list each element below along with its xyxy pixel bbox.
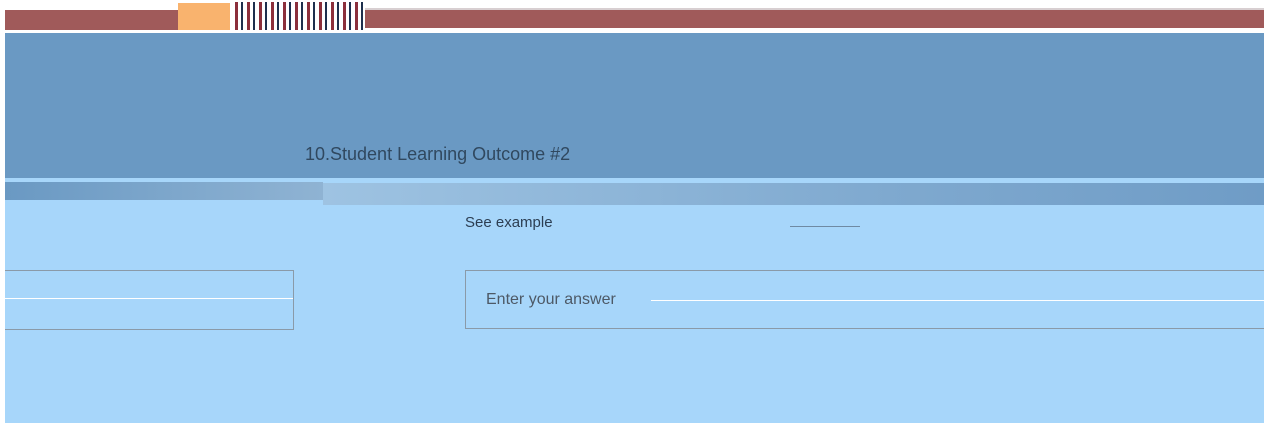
theme-bar-left — [5, 10, 178, 30]
theme-accent-block — [178, 3, 230, 30]
answer-input[interactable]: Enter your answer — [465, 270, 1264, 329]
question-subtext: See example — [465, 214, 553, 231]
answer-input-underline — [651, 300, 1264, 301]
question-description-strip — [323, 183, 1264, 205]
answer-input-placeholder: Enter your answer — [486, 291, 616, 308]
theme-stripe-pattern — [235, 2, 363, 30]
subtext-underline — [790, 226, 860, 227]
theme-bar-right — [365, 8, 1264, 28]
header-band — [5, 33, 1264, 178]
question-title: 10.Student Learning Outcome #2 — [305, 144, 571, 164]
left-answer-input[interactable] — [5, 270, 294, 330]
theme-hairline — [365, 8, 1264, 10]
left-label-strip — [5, 182, 323, 200]
left-input-underline — [5, 298, 293, 299]
